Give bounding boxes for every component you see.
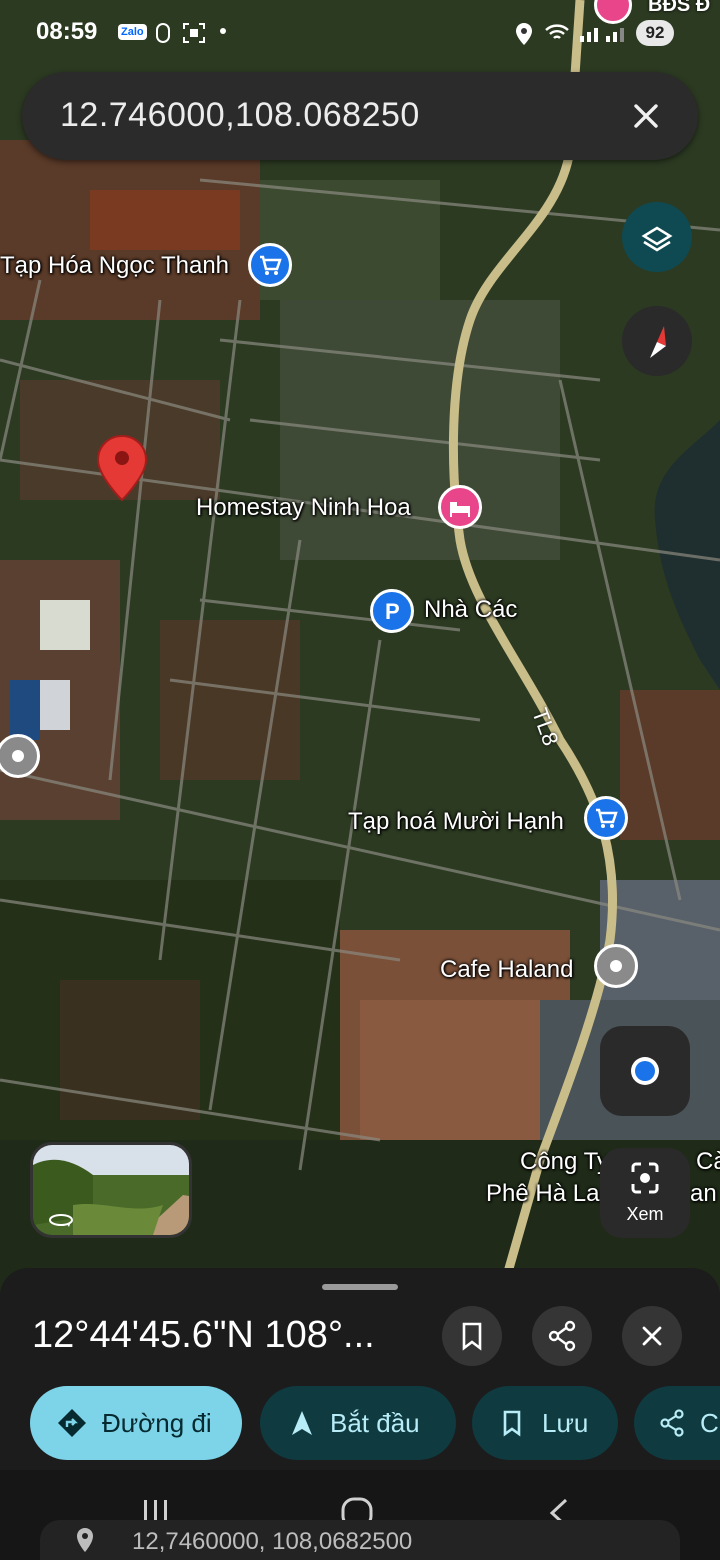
lens-icon (631, 1162, 659, 1194)
status-bar: 08:59 Zalo 92 BĐS Đ (0, 0, 720, 70)
zalo-icon: Zalo (118, 24, 147, 40)
save-button[interactable]: Lưu (472, 1386, 618, 1460)
alarm-icon (152, 22, 174, 49)
screenshot-icon (182, 22, 206, 49)
close-icon (634, 104, 658, 128)
share-icon (548, 1320, 576, 1352)
compass-icon (650, 326, 666, 358)
shopping-cart-icon[interactable] (584, 796, 628, 840)
search-query[interactable]: 12.746000,108.068250 (60, 96, 420, 135)
close-icon (642, 1326, 662, 1346)
pin-dot-icon[interactable] (0, 734, 40, 778)
share-chip-button[interactable]: C (634, 1386, 720, 1460)
notification-pin-icon[interactable] (594, 0, 632, 24)
directions-icon (58, 1409, 86, 1437)
my-location-button[interactable] (600, 1026, 690, 1116)
parking-icon[interactable]: P (370, 589, 414, 633)
lens-button[interactable]: Xem (600, 1148, 690, 1238)
poi-label-cong-ty[interactable]: Công Ty (520, 1148, 609, 1176)
poi-label-phe-ha-la[interactable]: Phê Hà La (486, 1180, 599, 1208)
360-rotate-icon (47, 1211, 75, 1234)
shopping-cart-icon[interactable] (248, 243, 292, 287)
pin-dot-icon[interactable] (594, 944, 638, 988)
save-bookmark-button[interactable] (442, 1306, 502, 1366)
location-icon (514, 22, 534, 51)
svg-text:P: P (385, 599, 400, 624)
lens-label: Xem (626, 1204, 664, 1224)
bookmark-icon (462, 1322, 482, 1351)
poi-label-tap-hoa-muoi-hanh[interactable]: Tạp hoá Mười Hạnh (348, 808, 564, 836)
status-time: 08:59 (36, 18, 98, 45)
poi-label-tap-hoa-ngoc-thanh[interactable]: Tạp Hóa Ngọc Thanh (0, 252, 229, 280)
close-sheet-button[interactable] (622, 1306, 682, 1366)
share-chip-label: C (700, 1408, 719, 1438)
directions-button[interactable]: Đường đi (30, 1386, 242, 1460)
street-view-thumbnail[interactable] (30, 1142, 192, 1238)
wifi-icon (544, 22, 570, 49)
poi-label-nha-cac[interactable]: Nhà Các (424, 596, 517, 624)
signal-icon (578, 22, 628, 49)
clear-search-button[interactable] (620, 90, 672, 142)
poi-label-fragment-ca[interactable]: Cà (696, 1148, 720, 1176)
sheet-handle[interactable] (322, 1284, 398, 1290)
battery-indicator: 92 (636, 20, 674, 46)
coords-text: 12,7460000, 108,0682500 (132, 1528, 413, 1555)
save-label: Lưu (542, 1408, 589, 1438)
poi-label-cafe-haland[interactable]: Cafe Haland (440, 956, 573, 984)
directions-label: Đường đi (102, 1408, 212, 1438)
start-button[interactable]: Bắt đầu (260, 1386, 456, 1460)
dot-icon (220, 28, 226, 34)
poi-label-fragment-an[interactable]: an (690, 1180, 717, 1208)
layers-icon (641, 226, 673, 252)
notification-label: BĐS Đ (648, 0, 711, 16)
bookmark-icon (503, 1410, 521, 1437)
navigation-arrow-icon (292, 1411, 312, 1435)
bed-icon[interactable] (438, 485, 482, 529)
share-button[interactable] (532, 1306, 592, 1366)
compass-button[interactable] (622, 306, 692, 376)
share-icon (660, 1409, 684, 1437)
layers-button[interactable] (622, 202, 692, 272)
sheet-title: 12°44'45.6"N 108°... (32, 1314, 375, 1356)
coords-bar: 12,7460000, 108,0682500 (40, 1520, 680, 1560)
search-bar[interactable]: 12.746000,108.068250 (22, 72, 698, 160)
start-label: Bắt đầu (330, 1408, 420, 1438)
poi-label-homestay-ninh-hoa[interactable]: Homestay Ninh Hoa (196, 494, 411, 522)
my-location-icon (631, 1057, 659, 1085)
pin-icon (74, 1526, 96, 1559)
